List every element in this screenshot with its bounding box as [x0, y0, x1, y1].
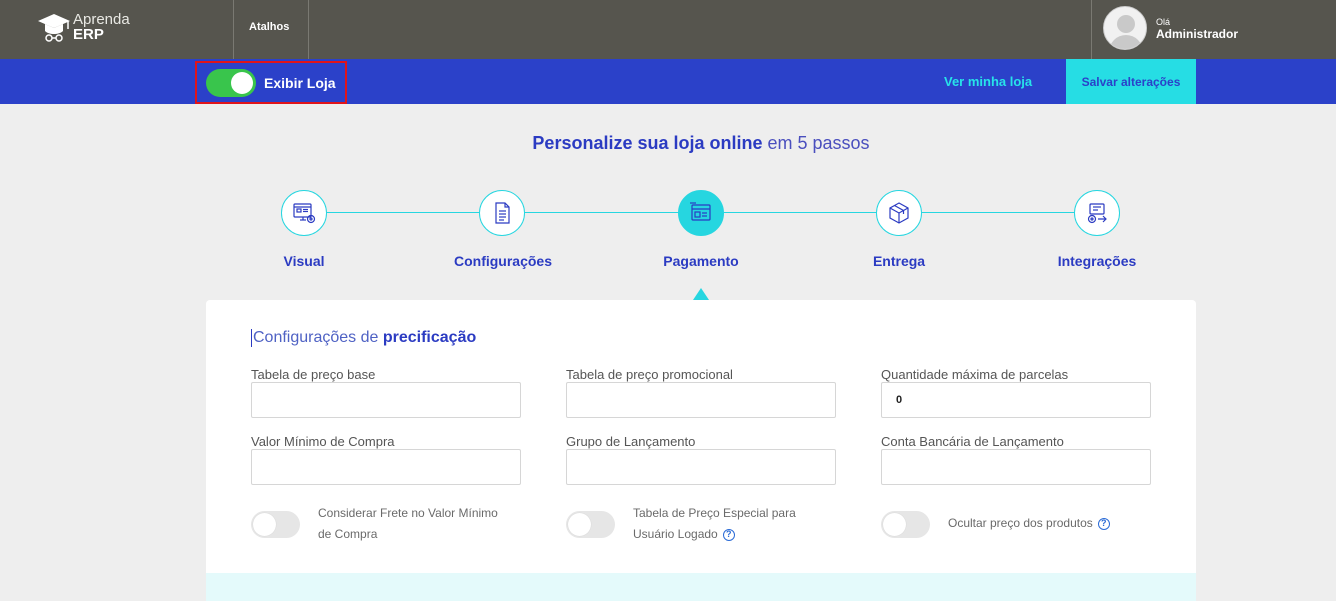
app-logo[interactable]: Aprenda ERP [37, 11, 130, 43]
shortcuts-menu[interactable]: Atalhos [249, 21, 289, 33]
payment-icon [690, 202, 711, 221]
hide-prices-label-text: Ocultar preço dos produtos [948, 516, 1093, 530]
special-price-logged-label-line1: Tabela de Preço Especial para [633, 506, 796, 520]
show-store-label: Exibir Loja [264, 74, 336, 91]
top-bar: Aprenda ERP Atalhos Olá Administrador [0, 0, 1336, 59]
shipping-min-value-label-line2: de Compra [318, 527, 378, 541]
graduation-cap-icon [38, 14, 70, 42]
step-label-integracoes[interactable]: Integrações [1017, 253, 1177, 269]
promo-price-table-label: Tabela de preço promocional [566, 367, 733, 382]
page-title: Personalize sua loja online em 5 passos [0, 133, 1336, 154]
section-title: Configurações de precificação [251, 329, 476, 347]
section-title-bold: precificação [382, 329, 477, 346]
user-menu[interactable]: Olá Administrador [1103, 6, 1238, 50]
hide-prices-label: Ocultar preço dos produtos? [948, 513, 1110, 534]
integration-icon [1087, 203, 1107, 224]
step-integracoes[interactable] [1074, 190, 1120, 236]
avatar[interactable] [1103, 6, 1147, 50]
view-store-link[interactable]: Ver minha loja [944, 74, 1032, 89]
show-store-toggle[interactable] [206, 68, 256, 97]
page-title-rest: em 5 passos [762, 133, 870, 153]
base-price-table-select[interactable] [251, 382, 521, 418]
document-icon [495, 202, 510, 224]
bank-account-label: Conta Bancária de Lançamento [881, 434, 1064, 449]
topbar-divider [233, 0, 234, 59]
logo-text-erp: ERP [73, 26, 104, 43]
promo-price-table-select[interactable] [566, 382, 836, 418]
help-icon[interactable]: ? [722, 528, 735, 541]
step-label-visual[interactable]: Visual [224, 253, 384, 269]
topbar-divider [308, 0, 309, 59]
show-store-toggle-group: Exibir Loja [195, 61, 347, 104]
user-name: Administrador [1156, 27, 1239, 41]
step-visual[interactable] [281, 190, 327, 236]
help-icon[interactable]: ? [1097, 517, 1110, 530]
shipping-min-value-label-line1: Considerar Frete no Valor Mínimo [318, 506, 498, 520]
step-pagamento[interactable] [678, 190, 724, 236]
max-installments-label: Quantidade máxima de parcelas [881, 367, 1069, 382]
bank-account-select[interactable] [881, 449, 1151, 485]
special-price-logged-label: Tabela de Preço Especial para Usuário Lo… [633, 503, 796, 545]
save-changes-button[interactable]: Salvar alterações [1066, 59, 1196, 104]
next-section-panel [206, 573, 1196, 601]
step-configuracoes[interactable] [479, 190, 525, 236]
store-bar: Exibir Loja Ver minha loja Salvar altera… [0, 59, 1336, 104]
package-icon [889, 202, 909, 224]
posting-group-select[interactable] [566, 449, 836, 485]
step-label-pagamento[interactable]: Pagamento [621, 253, 781, 269]
page-title-bold: Personalize sua loja online [532, 133, 763, 153]
min-purchase-label: Valor Mínimo de Compra [251, 434, 395, 449]
step-label-entrega[interactable]: Entrega [819, 253, 979, 269]
base-price-table-label: Tabela de preço base [251, 367, 376, 382]
min-purchase-input[interactable] [251, 449, 521, 485]
special-price-logged-toggle[interactable] [566, 511, 615, 538]
posting-group-label: Grupo de Lançamento [566, 434, 696, 449]
section-title-light: Configurações de [253, 329, 383, 346]
max-installments-input[interactable]: 0 [881, 382, 1151, 418]
monitor-settings-icon [293, 203, 316, 224]
special-price-logged-label-line2: Usuário Logado [633, 527, 718, 541]
hide-prices-toggle[interactable] [881, 511, 930, 538]
shipping-min-value-toggle[interactable] [251, 511, 300, 538]
step-label-configuracoes[interactable]: Configurações [423, 253, 583, 269]
active-step-pointer [693, 288, 709, 300]
topbar-divider [1091, 0, 1092, 59]
logo-text-aprenda: Aprenda [73, 11, 130, 28]
shipping-min-value-label: Considerar Frete no Valor Mínimo de Comp… [318, 503, 498, 545]
step-entrega[interactable] [876, 190, 922, 236]
